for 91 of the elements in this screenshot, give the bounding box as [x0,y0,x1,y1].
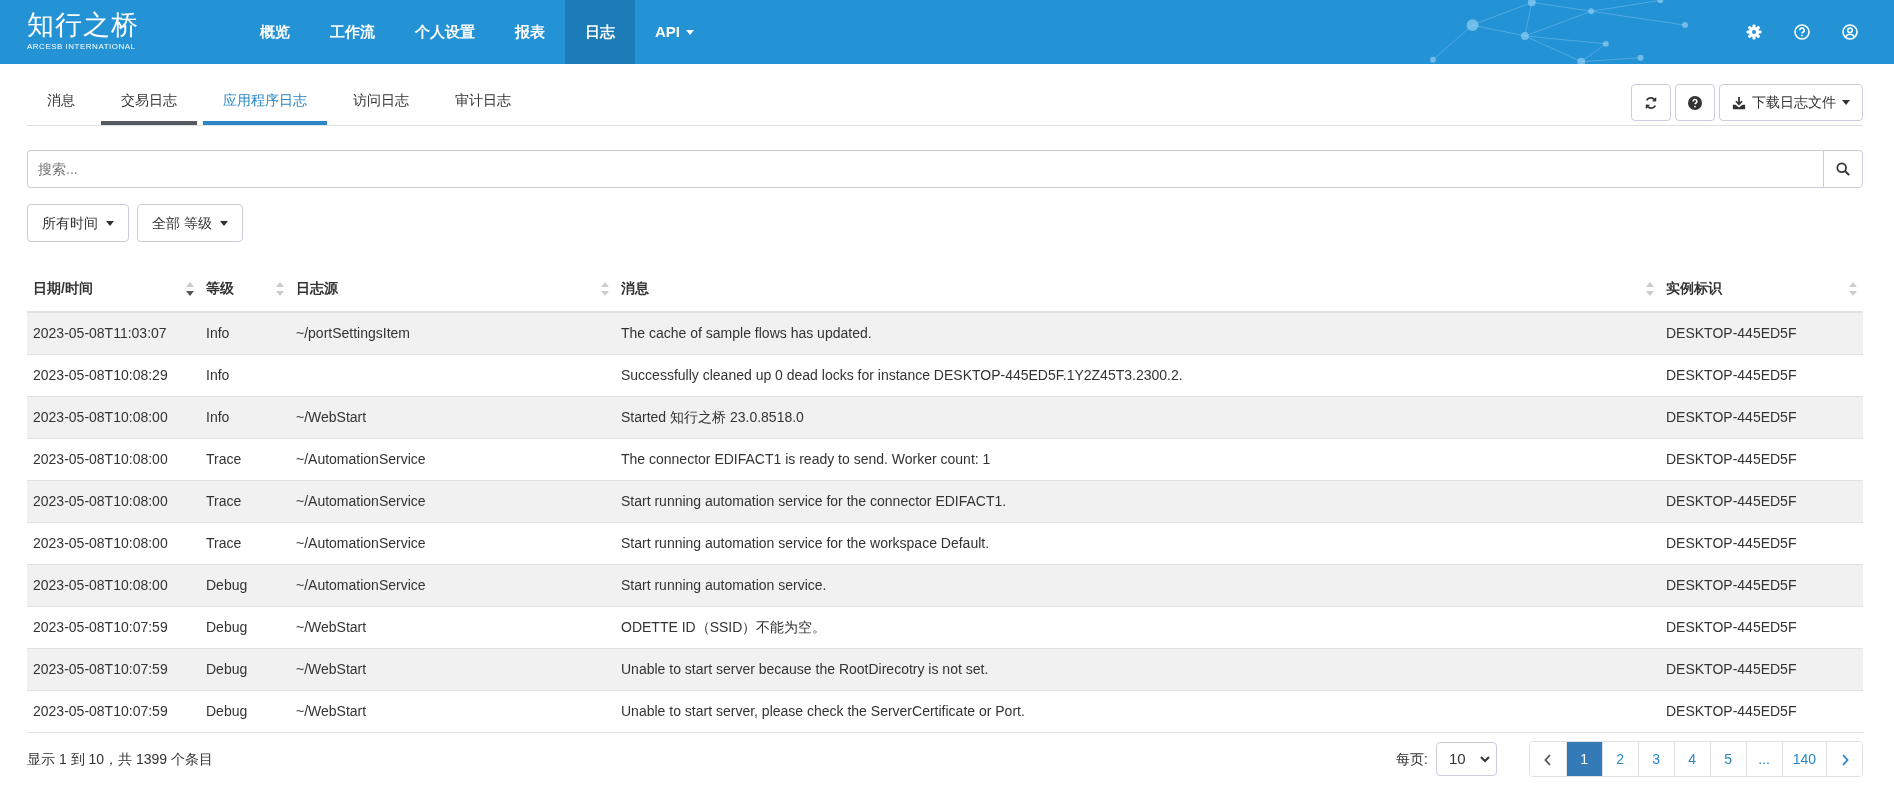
next-page-button[interactable] [1826,742,1862,776]
refresh-icon [1644,95,1658,110]
filter-dropdown[interactable]: 所有时间 [27,204,129,242]
table-cell: DESKTOP-445ED5F [1666,325,1797,341]
table-cell: The connector EDIFACT1 is ready to send. Worker count: 1 [621,451,991,467]
table-cell: Trace [206,451,242,467]
nav-item[interactable]: 概览 [240,0,310,64]
search-field[interactable]: 搜索... [27,150,1823,188]
per-page-label: 每页: [1396,749,1428,769]
column-header[interactable]: 实例标识 [1666,278,1722,299]
search-icon [1836,162,1850,176]
table-cell: Debug [206,703,248,719]
table-cell: Debug [206,661,248,677]
table-cell: Started 知行之桥 23.0.8518.0 [621,409,804,425]
nav-item[interactable]: 报表 [495,0,565,64]
chevron-left-icon [1543,753,1552,766]
table-cell: 2023-05-08T10:08:00 [33,409,168,425]
refresh-button[interactable] [1631,84,1671,121]
table-cell: Start running automation service for the workspace Default. [621,535,990,551]
caret-icon [106,220,114,226]
tab[interactable]: 访问日志 [333,80,429,125]
table-cell: Start running automation service. [621,577,827,593]
table-cell: Start running automation service for the connector EDIFACT1. [621,493,1007,509]
table-cell: DESKTOP-445ED5F [1666,535,1797,551]
table-cell: Debug [206,619,248,635]
page-button[interactable]: 1 [1565,742,1602,776]
help-button[interactable] [1675,84,1715,121]
table-cell: Info [206,325,230,341]
table-cell: 2023-05-08T10:07:59 [33,703,168,719]
table-cell: DESKTOP-445ED5F [1666,619,1797,635]
table-cell: ~/AutomationService [296,451,426,467]
table-cell: 2023-05-08T10:07:59 [33,619,168,635]
table-cell: The cache of sample flows has updated. [621,325,872,341]
table-cell: DESKTOP-445ED5F [1666,367,1797,383]
caret-icon [219,220,228,226]
table-cell: 2023-05-08T10:08:00 [33,493,168,509]
table-cell: ~/WebStart [296,619,367,635]
table-cell: DESKTOP-445ED5F [1666,577,1797,593]
table-cell: 2023-05-08T11:03:07 [33,325,167,341]
help-icon [1688,95,1702,110]
table-cell: 2023-05-08T10:08:00 [33,577,168,593]
table-cell: DESKTOP-445ED5F [1666,409,1797,425]
nav-item[interactable]: API [635,0,714,64]
nav-item[interactable]: 工作流 [310,0,395,64]
entries-summary: 显示 1 到 10，共 1399 个条目 [27,749,213,769]
logo-subtitle: ARCESB INTERNATIONAL [27,40,137,53]
table-cell: DESKTOP-445ED5F [1666,661,1797,677]
table-cell: ~/portSettingsItem [296,325,410,341]
column-header[interactable]: 日期/时间 [33,278,93,299]
sort-icon[interactable] [186,281,194,296]
table-cell: Unable to start server, please check the ServerCertificate or Port. [621,703,1025,719]
nav-item[interactable]: 日志 [565,0,635,64]
search-button[interactable] [1823,150,1863,188]
tab[interactable]: 审计日志 [435,80,531,125]
table-cell: DESKTOP-445ED5F [1666,493,1797,509]
caret-icon [1842,100,1850,105]
download-button[interactable]: 下载日志文件 [1719,84,1863,121]
table-cell: ~/WebStart [296,661,367,677]
table-cell: DESKTOP-445ED5F [1666,703,1797,719]
table-cell: ODETTE ID（SSID）不能为空。 [621,619,827,635]
chevron-down-icon [1479,755,1490,763]
table-cell: 2023-05-08T10:08:00 [33,535,168,551]
table-cell: Unable to start server because the RootDirecotry is not set. [621,661,989,677]
table-cell: ~/AutomationService [296,577,426,593]
download-icon [1732,95,1746,110]
per-page-select[interactable]: 10 [1435,742,1497,776]
table-cell: 2023-05-08T10:07:59 [33,661,168,677]
table-cell: ~/AutomationService [296,493,426,509]
table-cell: ~/AutomationService [296,535,426,551]
table-cell: Trace [206,493,242,509]
column-header[interactable]: 消息 [621,278,649,299]
tab[interactable]: 应用程序日志 [203,80,327,125]
filter-dropdown[interactable]: 全部 等级 [137,204,243,242]
table-cell: Trace [206,535,242,551]
table-cell: ~/WebStart [296,703,367,719]
table-cell: 2023-05-08T10:08:29 [33,367,168,383]
nav-item[interactable]: 个人设置 [395,0,495,64]
table-cell: Successfully cleaned up 0 dead locks for instance DESKTOP-445ED5F.1Y2Z45T3.2300.2. [621,367,1183,383]
table-cell: DESKTOP-445ED5F [1666,451,1797,467]
column-header[interactable]: 日志源 [296,278,338,299]
tab[interactable]: 交易日志 [101,80,197,125]
table-cell: Info [206,367,230,383]
table-cell: Debug [206,577,248,593]
tab[interactable]: 消息 [27,80,95,125]
table-cell: 2023-05-08T10:08:00 [33,451,168,467]
logo-text: 知行之桥 [27,11,140,39]
table-cell: ~/WebStart [296,409,367,425]
table-cell: Info [206,409,230,425]
chevron-right-icon [1840,753,1849,766]
caret-icon [686,29,694,35]
column-header[interactable]: 等级 [206,278,234,299]
